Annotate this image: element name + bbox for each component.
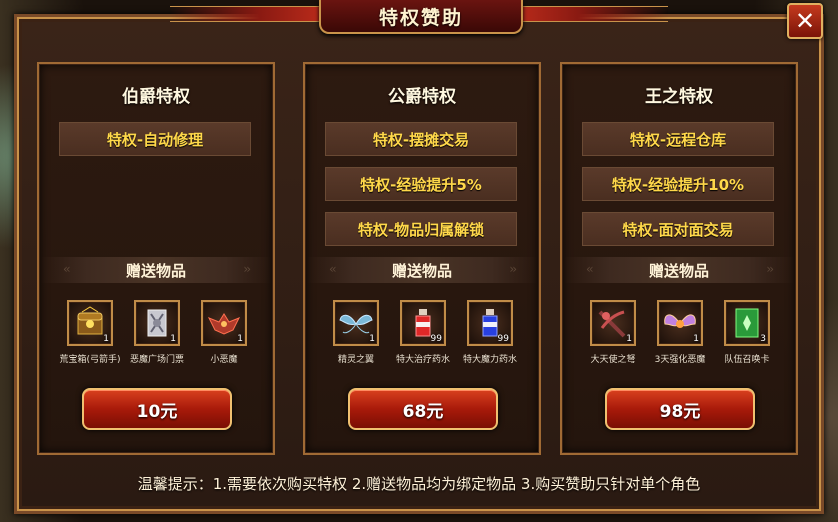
chevron-right-icon: ›› <box>509 262 516 276</box>
gift-item[interactable]: 99 特大魔力药水 <box>463 300 518 370</box>
crossbow-icon[interactable]: 1 <box>590 300 636 346</box>
red-potion-icon[interactable]: 99 <box>400 300 446 346</box>
item-name: 荒宝箱(弓箭手) <box>59 355 121 365</box>
gift-item[interactable]: 1 恶魔广场门票 <box>130 300 185 370</box>
gift-title: 赠送物品 <box>391 261 452 280</box>
treasure-chest-icon[interactable]: 1 <box>67 300 113 346</box>
chevron-left-icon: ‹‹ <box>329 262 336 276</box>
gift-items: 1 大天使之弩 1 3天强化恶魔 3 队伍召唤卡 <box>562 300 796 370</box>
item-count: 1 <box>693 334 699 344</box>
item-name: 小恶魔 <box>210 355 238 365</box>
close-icon[interactable]: ✕ <box>787 3 823 39</box>
privilege-item: 特权-远程仓库 <box>582 122 774 156</box>
item-name: 大天使之弩 <box>590 355 636 365</box>
gift-title: 赠送物品 <box>125 261 186 280</box>
privilege-item: 特权-经验提升5% <box>325 167 517 201</box>
buy-button[interactable]: 10元 <box>82 388 232 430</box>
gift-items: 1 荒宝箱(弓箭手) 1 恶魔广场门票 1 小恶魔 <box>39 300 273 370</box>
title-ornament <box>518 6 668 22</box>
gift-item[interactable]: 1 3天强化恶魔 <box>654 300 706 370</box>
title-banner: 特权赞助 <box>319 0 523 34</box>
chevron-left-icon: ‹‹ <box>586 262 593 276</box>
blue-potion-icon[interactable]: 99 <box>467 300 513 346</box>
fairy-wings-icon[interactable]: 1 <box>333 300 379 346</box>
privilege-item: 特权-面对面交易 <box>582 212 774 246</box>
panel-earl: 伯爵特权 特权-自动修理 ‹‹ 赠送物品 ›› 1 荒宝箱(弓箭手) 1 恶魔广… <box>37 62 275 455</box>
privilege-item: 特权-经验提升10% <box>582 167 774 201</box>
gift-header: ‹‹ 赠送物品 ›› <box>564 257 794 283</box>
item-name: 特大魔力药水 <box>463 355 518 365</box>
title-ornament <box>170 6 320 22</box>
summon-card-icon[interactable]: 3 <box>724 300 770 346</box>
gift-item[interactable]: 3 队伍召唤卡 <box>721 300 773 370</box>
buy-button[interactable]: 68元 <box>348 388 498 430</box>
panel-title: 王之特权 <box>645 87 713 107</box>
item-count: 99 <box>497 334 509 344</box>
gift-items: 1 精灵之翼 99 特大治疗药水 99 特大魔力药水 <box>305 300 539 370</box>
chevron-right-icon: ›› <box>766 262 773 276</box>
item-name: 3天强化恶魔 <box>654 355 706 365</box>
item-count: 99 <box>430 334 442 344</box>
item-count: 1 <box>103 334 109 344</box>
item-name: 特大治疗药水 <box>396 355 451 365</box>
chevron-left-icon: ‹‹ <box>63 262 70 276</box>
item-name: 队伍召唤卡 <box>724 355 770 365</box>
ticket-scroll-icon[interactable]: 1 <box>134 300 180 346</box>
gift-item[interactable]: 1 小恶魔 <box>198 300 250 370</box>
item-name: 精灵之翼 <box>337 355 374 365</box>
item-name: 恶魔广场门票 <box>130 355 185 365</box>
gift-header: ‹‹ 赠送物品 ›› <box>307 257 537 283</box>
tip-text: 温馨提示：1.需要依次购买特权 2.赠送物品均为绑定物品 3.购买赞助只针对单个… <box>137 475 701 493</box>
panel-title: 公爵特权 <box>388 87 456 107</box>
item-count: 1 <box>170 334 176 344</box>
chevron-right-icon: ›› <box>243 262 250 276</box>
item-count: 1 <box>626 334 632 344</box>
gift-header: ‹‹ 赠送物品 ›› <box>41 257 271 283</box>
buy-button[interactable]: 98元 <box>605 388 755 430</box>
sponsor-dialog: 伯爵特权 特权-自动修理 ‹‹ 赠送物品 ›› 1 荒宝箱(弓箭手) 1 恶魔广… <box>14 14 824 514</box>
imp-pet-icon[interactable]: 1 <box>201 300 247 346</box>
gift-item[interactable]: 99 特大治疗药水 <box>396 300 451 370</box>
item-count: 1 <box>369 334 375 344</box>
panel-king: 王之特权 特权-远程仓库 特权-经验提升10% 特权-面对面交易 ‹‹ 赠送物品… <box>560 62 798 455</box>
gift-item[interactable]: 1 大天使之弩 <box>587 300 639 370</box>
window-title: 特权赞助 <box>378 6 463 29</box>
item-count: 1 <box>237 334 243 344</box>
gift-item[interactable]: 1 精灵之翼 <box>330 300 382 370</box>
gift-item[interactable]: 1 荒宝箱(弓箭手) <box>59 300 121 370</box>
privilege-item: 特权-自动修理 <box>59 122 251 156</box>
panel-duke: 公爵特权 特权-摆摊交易 特权-经验提升5% 特权-物品归属解锁 ‹‹ 赠送物品… <box>303 62 541 455</box>
privilege-item: 特权-物品归属解锁 <box>325 212 517 246</box>
item-count: 3 <box>760 334 766 344</box>
privilege-item: 特权-摆摊交易 <box>325 122 517 156</box>
winged-demon-icon[interactable]: 1 <box>657 300 703 346</box>
panel-title: 伯爵特权 <box>122 87 190 107</box>
gift-title: 赠送物品 <box>648 261 709 280</box>
